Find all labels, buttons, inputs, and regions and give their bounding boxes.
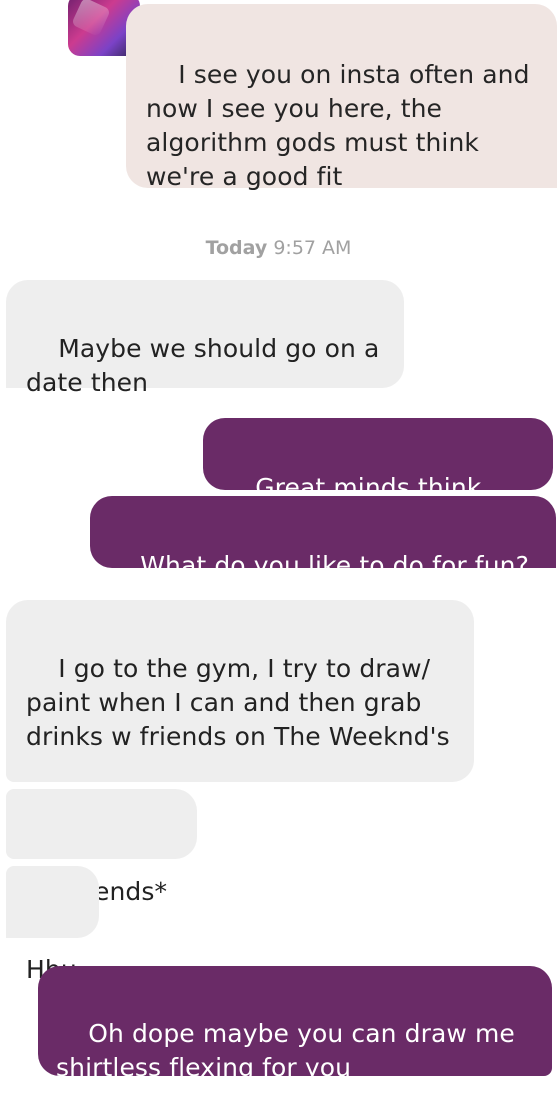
timestamp-time: 9:57 AM xyxy=(273,237,352,259)
message-text: What do you like to do for fun? xyxy=(140,551,529,580)
conversation-timestamp: Today 9:57 AM xyxy=(0,236,557,260)
message-bubble-sent-1[interactable]: I see you on insta often and now I see y… xyxy=(126,4,557,191)
message-bubble-received-2[interactable]: I go to the gym, I try to draw/ paint wh… xyxy=(6,600,474,782)
message-text: Maybe we should go on a date then xyxy=(26,334,388,397)
message-text: Oh dope maybe you can draw me shirtless … xyxy=(56,1019,523,1082)
message-text: I go to the gym, I try to draw/ paint wh… xyxy=(26,654,450,751)
timestamp-day: Today xyxy=(205,237,268,259)
message-text: I see you on insta often and now I see y… xyxy=(146,60,538,191)
message-bubble-sent-4[interactable]: Oh dope maybe you can draw me shirtless … xyxy=(38,966,552,1082)
message-bubble-sent-2[interactable]: Great minds think alike xyxy=(203,418,553,536)
message-bubble-sent-3[interactable]: What do you like to do for fun? xyxy=(90,496,556,580)
message-bubble-received-1[interactable]: Maybe we should go on a date then xyxy=(6,280,404,397)
message-bubble-received-4[interactable]: Hbu xyxy=(6,866,99,984)
message-bubble-received-3[interactable]: Weekends* xyxy=(6,789,197,906)
